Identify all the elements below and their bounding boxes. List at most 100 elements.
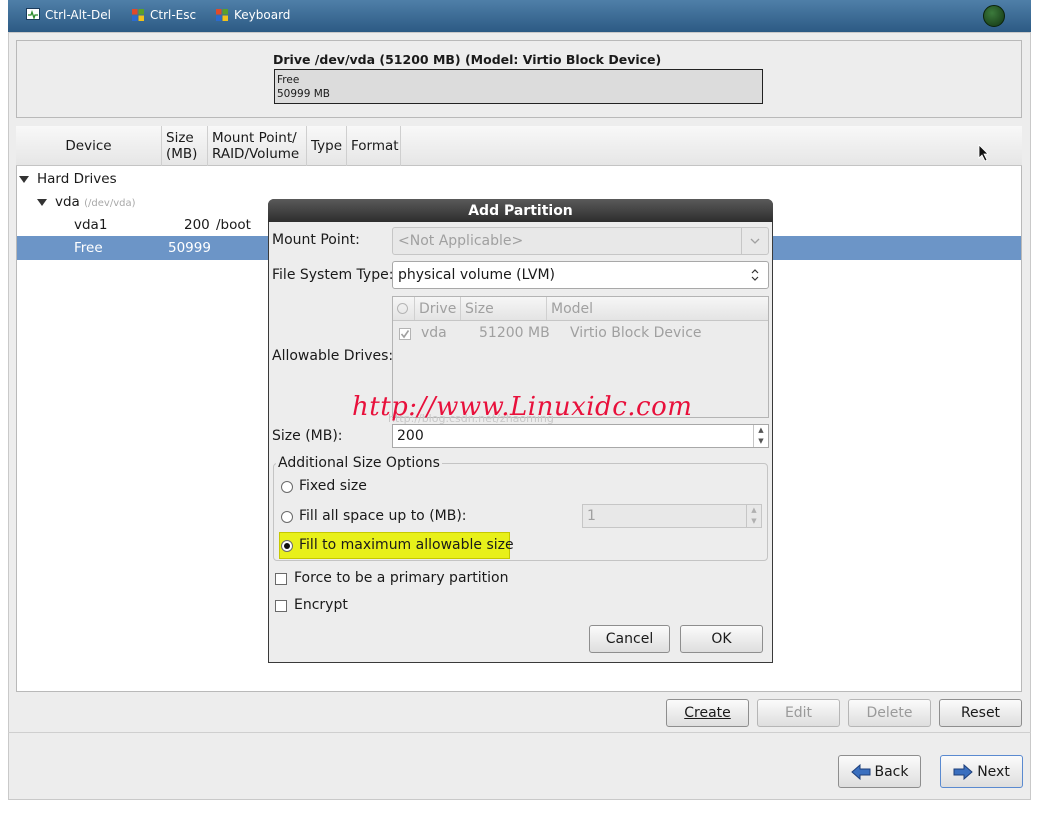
tree-item-vda1[interactable]: vda1	[74, 217, 107, 233]
separator	[8, 732, 1031, 733]
fill-upto-radio[interactable]	[281, 511, 293, 523]
fill-upto-value: 1	[587, 508, 596, 524]
edit-button[interactable]: Edit	[757, 699, 840, 727]
mount-point-label: Mount Point:	[272, 232, 360, 248]
tree-item-path: (/dev/vda)	[84, 198, 136, 209]
vda1-mount-point: /boot	[216, 217, 251, 233]
tree-item-label: Hard Drives	[37, 171, 117, 187]
chevron-down-icon	[741, 228, 768, 254]
create-button[interactable]: Create	[666, 699, 749, 727]
select-all-column[interactable]	[393, 297, 415, 320]
tree-item-label: vda	[55, 194, 80, 210]
fs-type-select[interactable]: physical volume (LVM)	[392, 261, 769, 289]
expander-down-icon	[37, 199, 47, 206]
ctrl-alt-del-label: Ctrl-Alt-Del	[45, 8, 111, 22]
arrow-left-icon	[850, 763, 870, 780]
tree-item-hard-drives[interactable]: Hard Drives	[19, 171, 117, 187]
column-size[interactable]: Size (MB)	[162, 126, 208, 166]
dialog-title: Add Partition	[268, 199, 773, 222]
ok-button-label: OK	[711, 631, 732, 647]
ctrl-esc-label: Ctrl-Esc	[150, 8, 197, 22]
drive-bar-size: 50999 MB	[277, 88, 331, 100]
next-button-label: Next	[977, 763, 1010, 780]
size-value: 200	[397, 428, 424, 444]
checkmark-icon	[400, 330, 410, 339]
windows-logo-icon	[132, 9, 144, 21]
column-size-label-1: Size	[166, 130, 194, 146]
delete-button-label: Delete	[866, 705, 913, 721]
drives-list-header: Drive Size Model	[393, 297, 768, 321]
force-primary-checkbox[interactable]	[275, 573, 287, 585]
spin-arrows-icon[interactable]: ▲ ▼	[746, 505, 761, 527]
size-label: Size (MB):	[272, 428, 343, 444]
tree-item-label: vda1	[74, 217, 108, 233]
fill-upto-label: Fill all space up to (MB):	[299, 508, 467, 524]
column-mount-label-1: Mount Point/	[212, 130, 297, 146]
column-drive[interactable]: Drive	[415, 297, 461, 320]
free-size: 50999	[168, 240, 211, 256]
column-device[interactable]: Device	[16, 126, 162, 166]
column-size[interactable]: Size	[461, 297, 547, 320]
expander-down-icon	[19, 176, 29, 183]
column-format[interactable]: Format	[347, 126, 401, 166]
back-button[interactable]: Back	[838, 755, 921, 788]
ctrl-alt-del-button[interactable]: Ctrl-Alt-Del	[26, 8, 111, 22]
arrow-right-icon	[953, 763, 973, 780]
encrypt-label: Encrypt	[294, 597, 348, 613]
mount-point-value: <Not Applicable>	[398, 233, 524, 249]
fill-max-label: Fill to maximum allowable size	[299, 537, 514, 553]
fill-upto-spinbox[interactable]: 1 ▲ ▼	[582, 504, 762, 528]
mouse-cursor-icon	[978, 144, 989, 162]
column-model-label: Model	[551, 300, 594, 317]
column-format-label: Format	[351, 138, 399, 154]
force-primary-label: Force to be a primary partition	[294, 570, 509, 586]
size-spinbox[interactable]: 200 ▲ ▼	[392, 424, 769, 448]
column-mount-point[interactable]: Mount Point/RAID/Volume	[208, 126, 307, 166]
drive-bar-label: Free	[277, 74, 300, 86]
status-indicator-icon	[983, 5, 1005, 27]
create-button-label: Create	[684, 705, 731, 721]
keyboard-button[interactable]: Keyboard	[215, 8, 290, 22]
reset-button[interactable]: Reset	[939, 699, 1022, 727]
ctrl-esc-button[interactable]: Ctrl-Esc	[131, 8, 196, 22]
drive-vda-model: Virtio Block Device	[570, 325, 702, 341]
keyboard-label: Keyboard	[234, 8, 291, 22]
fixed-size-radio[interactable]	[281, 481, 293, 493]
device-tree-header: Device Size (MB) Mount Point/RAID/Volume …	[16, 126, 1022, 166]
drive-free-space-bar[interactable]: Free 50999 MB	[274, 69, 763, 104]
column-mount-label-2: RAID/Volume	[212, 146, 300, 162]
back-button-label: Back	[874, 763, 909, 780]
column-type[interactable]: Type	[307, 126, 347, 166]
console-toolbar: Ctrl-Alt-Del Ctrl-Esc Keyboard	[8, 0, 1031, 33]
column-size-label-2: (MB)	[166, 146, 198, 162]
spin-arrows-icon[interactable]: ▲ ▼	[753, 425, 768, 447]
delete-button[interactable]: Delete	[848, 699, 931, 727]
cancel-button-label: Cancel	[605, 631, 654, 647]
fs-type-label: File System Type:	[272, 267, 394, 283]
mount-point-combo[interactable]: <Not Applicable>	[392, 227, 769, 255]
monitor-icon	[26, 8, 40, 21]
column-device-label: Device	[65, 138, 112, 154]
allowable-drives-label: Allowable Drives:	[272, 348, 394, 364]
drive-title: Drive /dev/vda (51200 MB) (Model: Virtio…	[273, 52, 662, 67]
fill-max-radio[interactable]	[281, 540, 293, 552]
fixed-size-label: Fixed size	[299, 478, 367, 494]
vda1-size: 200	[184, 217, 210, 233]
edit-button-label: Edit	[784, 705, 813, 721]
watermark-url: http://www.Linuxidc.com	[352, 392, 693, 422]
column-size-label: Size	[465, 300, 494, 317]
ok-button[interactable]: OK	[680, 625, 763, 653]
encrypt-checkbox[interactable]	[275, 600, 287, 612]
free-label: Free	[74, 240, 103, 256]
fs-type-value: physical volume (LVM)	[398, 267, 556, 283]
column-type-label: Type	[311, 138, 343, 154]
drive-vda-size: 51200 MB	[479, 325, 550, 341]
tree-item-vda[interactable]: vda (/dev/vda)	[37, 194, 136, 210]
column-model[interactable]: Model	[547, 297, 768, 320]
updown-icon	[742, 262, 768, 288]
reset-button-label: Reset	[960, 705, 1001, 721]
drive-vda-checkbox[interactable]	[399, 328, 411, 340]
column-drive-label: Drive	[419, 300, 457, 317]
next-button[interactable]: Next	[940, 755, 1023, 788]
cancel-button[interactable]: Cancel	[589, 625, 670, 653]
